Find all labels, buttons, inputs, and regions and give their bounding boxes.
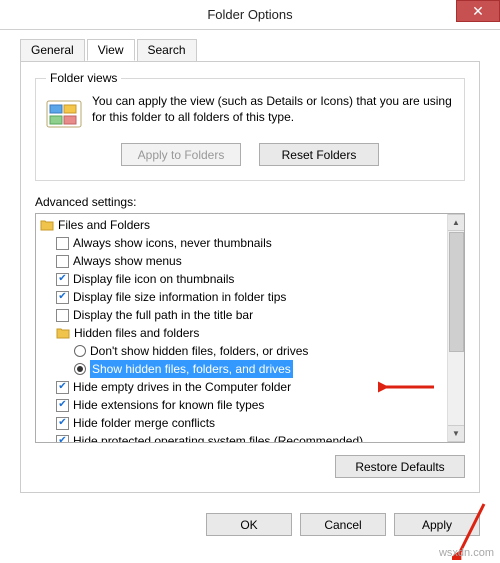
tree-content: Files and Folders Always show icons, nev… (36, 214, 447, 442)
titlebar: Folder Options ✕ (0, 0, 500, 30)
checkbox-icon[interactable]: ✔ (56, 273, 69, 286)
checkbox-icon[interactable]: ✔ (56, 381, 69, 394)
tree-item-display-full-path-titlebar[interactable]: Display the full path in the title bar (38, 306, 447, 324)
checkbox-icon[interactable]: ✔ (56, 417, 69, 430)
checkbox-icon[interactable] (56, 237, 69, 250)
advanced-settings-label: Advanced settings: (35, 195, 465, 209)
watermark-text: wsxdn.com (439, 547, 494, 559)
restore-defaults-button[interactable]: Restore Defaults (335, 455, 465, 478)
checkbox-icon[interactable] (56, 255, 69, 268)
tree-label: Show hidden files, folders, and drives (90, 360, 293, 378)
scroll-thumb[interactable] (449, 232, 464, 352)
apply-to-folders-button[interactable]: Apply to Folders (121, 143, 241, 166)
radio-icon[interactable] (74, 363, 86, 375)
folder-icon (56, 326, 70, 340)
tab-view[interactable]: View (87, 39, 135, 61)
tree-root-files-and-folders[interactable]: Files and Folders (38, 216, 447, 234)
tree-label: Hide empty drives in the Computer folder (73, 378, 291, 396)
tree-label: Display file icon on thumbnails (73, 270, 234, 288)
tab-search[interactable]: Search (137, 39, 197, 61)
checkbox-icon[interactable]: ✔ (56, 291, 69, 304)
vertical-scrollbar[interactable]: ▲ ▼ (447, 214, 464, 442)
tree-item-display-file-size-tips[interactable]: ✔ Display file size information in folde… (38, 288, 447, 306)
tree-label: Don't show hidden files, folders, or dri… (90, 342, 308, 360)
scroll-down-icon[interactable]: ▼ (448, 425, 465, 442)
tree-label: Display the full path in the title bar (73, 306, 253, 324)
radio-icon[interactable] (74, 345, 86, 357)
tree-radio-dont-show-hidden[interactable]: Don't show hidden files, folders, or dri… (38, 342, 447, 360)
cancel-button[interactable]: Cancel (300, 513, 386, 536)
tree-label: Always show menus (73, 252, 182, 270)
folder-icon (40, 218, 54, 232)
window-title: Folder Options (207, 7, 292, 22)
dialog-buttons: OK Cancel Apply (20, 513, 480, 536)
reset-folders-button[interactable]: Reset Folders (259, 143, 379, 166)
close-icon: ✕ (472, 3, 484, 20)
folder-views-group: Folder views You can apply the view (suc… (35, 71, 465, 181)
close-button[interactable]: ✕ (456, 0, 500, 22)
folder-views-desc: You can apply the view (such as Details … (92, 93, 454, 125)
checkbox-icon[interactable] (56, 309, 69, 322)
tree-label: Hide extensions for known file types (73, 396, 264, 414)
tree-label: Hide protected operating system files (R… (73, 432, 363, 442)
advanced-settings-tree[interactable]: Files and Folders Always show icons, nev… (35, 213, 465, 443)
checkbox-icon[interactable]: ✔ (56, 435, 69, 443)
tree-item-always-show-menus[interactable]: Always show menus (38, 252, 447, 270)
tree-item-hide-protected-os-files[interactable]: ✔ Hide protected operating system files … (38, 432, 447, 442)
tree-item-hide-merge-conflicts[interactable]: ✔ Hide folder merge conflicts (38, 414, 447, 432)
tree-label: Hidden files and folders (74, 324, 199, 342)
tab-general[interactable]: General (20, 39, 85, 61)
tab-body-view: Folder views You can apply the view (suc… (20, 61, 480, 493)
folder-views-icon (46, 97, 82, 133)
annotation-arrow-icon (378, 375, 438, 399)
tree-group-hidden-files[interactable]: Hidden files and folders (38, 324, 447, 342)
tree-item-display-file-icon-thumbnails[interactable]: ✔ Display file icon on thumbnails (38, 270, 447, 288)
folder-views-legend: Folder views (46, 71, 121, 85)
tree-label: Files and Folders (58, 216, 150, 234)
client-area: General View Search Folder views You can… (0, 30, 500, 563)
tab-strip: General View Search (20, 39, 480, 62)
checkbox-icon[interactable]: ✔ (56, 399, 69, 412)
tree-label: Display file size information in folder … (73, 288, 286, 306)
tree-label: Hide folder merge conflicts (73, 414, 215, 432)
tree-item-always-show-icons[interactable]: Always show icons, never thumbnails (38, 234, 447, 252)
scroll-up-icon[interactable]: ▲ (448, 214, 465, 231)
ok-button[interactable]: OK (206, 513, 292, 536)
tree-label: Always show icons, never thumbnails (73, 234, 272, 252)
